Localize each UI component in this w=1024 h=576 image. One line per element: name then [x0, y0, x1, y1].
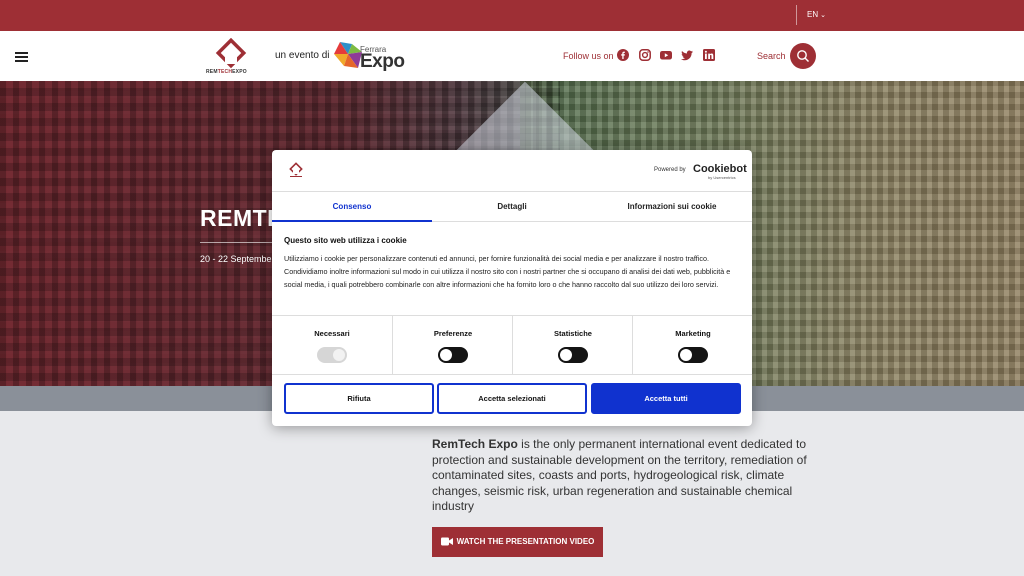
follow-us-label: Follow us on	[563, 51, 614, 61]
cookiebot-logo[interactable]: Cookiebot	[693, 163, 747, 175]
cookie-consent-dialog: Powered by Cookiebot by Usercentrics Con…	[272, 150, 752, 426]
language-selector[interactable]: EN ⌄	[796, 5, 826, 25]
event-by-label: un evento di	[275, 50, 330, 61]
hero-divider	[200, 242, 280, 243]
category-marketing: Marketing	[632, 316, 752, 375]
category-label: Marketing	[675, 329, 711, 338]
logo-wordmark: REMTECHEXPO	[206, 69, 247, 75]
facebook-icon[interactable]	[617, 49, 629, 61]
linkedin-icon[interactable]	[703, 49, 715, 61]
video-camera-icon	[440, 537, 453, 546]
cookie-dialog-body: Utilizziamo i cookie per personalizzare …	[284, 254, 731, 289]
search-icon	[797, 50, 809, 62]
site-logo-small	[289, 162, 303, 177]
instagram-icon[interactable]	[639, 49, 651, 61]
category-label: Preferenze	[433, 329, 473, 338]
menu-icon[interactable]	[15, 52, 28, 62]
tab-dettagli[interactable]: Dettagli	[432, 193, 592, 222]
statistiche-toggle[interactable]	[558, 347, 588, 363]
about-brand: RemTech Expo	[432, 437, 518, 451]
tab-consenso[interactable]: Consenso	[272, 193, 432, 222]
watch-video-button[interactable]: WATCH THE PRESENTATION VIDEO	[432, 527, 603, 557]
accept-all-button[interactable]: Accetta tutti	[591, 383, 741, 414]
category-statistiche: Statistiche	[512, 316, 632, 375]
accept-selected-button[interactable]: Accetta selezionati	[437, 383, 587, 414]
hero-title: REMTE	[200, 205, 283, 231]
search-label[interactable]: Search	[757, 51, 786, 61]
cookie-categories: Necessari Preferenze Statistiche Marketi…	[272, 315, 752, 375]
twitter-icon[interactable]	[681, 49, 693, 61]
usercentrics-label: by Usercentrics	[708, 175, 736, 180]
cookie-dialog-title: Questo sito web utilizza i cookie	[284, 236, 407, 245]
search-button[interactable]	[790, 43, 816, 69]
powered-by-label: Powered by	[654, 167, 686, 173]
marketing-toggle[interactable]	[678, 347, 708, 363]
category-necessari: Necessari	[272, 316, 392, 375]
category-label: Statistiche	[554, 329, 592, 338]
hero-dates: 20 - 22 September	[200, 254, 275, 264]
chevron-down-icon: ⌄	[820, 12, 826, 19]
language-label: EN	[807, 10, 819, 19]
cookie-dialog-header: Powered by Cookiebot by Usercentrics	[272, 150, 752, 192]
site-header: REMTECHEXPO un evento di Ferrara Expo Fo…	[0, 31, 1024, 81]
reject-button[interactable]: Rifiuta	[284, 383, 434, 414]
category-label: Necessari	[314, 329, 350, 338]
cookie-tabs: Consenso Dettagli Informazioni sui cooki…	[272, 193, 752, 222]
partner-name-big: Expo	[360, 51, 405, 72]
category-preferenze: Preferenze	[392, 316, 512, 375]
top-bar: EN ⌄	[0, 0, 1024, 31]
about-paragraph: RemTech Expo is the only permanent inter…	[432, 437, 822, 515]
youtube-icon[interactable]	[660, 49, 672, 61]
tab-informazioni[interactable]: Informazioni sui cookie	[592, 193, 752, 222]
necessari-toggle	[317, 347, 347, 363]
preferenze-toggle[interactable]	[438, 347, 468, 363]
watch-video-label: WATCH THE PRESENTATION VIDEO	[456, 537, 595, 546]
